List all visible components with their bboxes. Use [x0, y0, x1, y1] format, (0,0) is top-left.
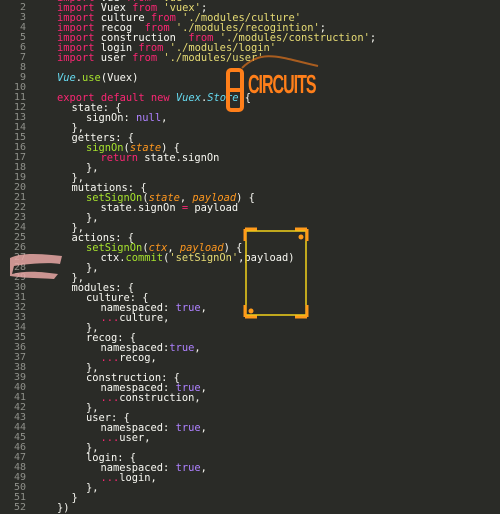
code-line[interactable]: 9 Vue.use(Vuex) — [0, 73, 500, 84]
code-text: ...culture, — [101, 313, 170, 323]
code-line[interactable]: 7 import user from './modules/user' — [0, 53, 500, 64]
code-text: ...user, — [101, 433, 151, 443]
code-line[interactable]: 46}, — [0, 442, 500, 454]
code-line[interactable]: 49 ...login, — [0, 472, 500, 484]
code-line[interactable]: 33 ...culture, — [0, 313, 500, 324]
code-text: ctx.commit('setSignOn',payload) — [101, 253, 295, 263]
line-number: 50 — [13, 482, 26, 493]
code-line[interactable]: 25 actions: { — [0, 233, 500, 244]
code-line[interactable]: 17 return state.signOn — [0, 153, 500, 164]
code-line[interactable]: 45 ...user, — [0, 432, 500, 444]
line-number: 52 — [13, 502, 26, 513]
code-line[interactable]: 40 namespaced: true, — [0, 383, 500, 394]
line-number: 43 — [13, 412, 26, 423]
code-text: } — [72, 493, 78, 503]
code-line[interactable]: 47 login: { — [0, 452, 500, 464]
code-line[interactable]: 31 culture: { — [0, 293, 500, 304]
code-text: }, — [86, 213, 99, 223]
code-line[interactable]: 35 recog: { — [0, 333, 500, 344]
code-line[interactable]: 34}, — [0, 323, 500, 334]
line-number: 47 — [13, 452, 26, 463]
code-text: }, — [86, 163, 99, 173]
code-line[interactable]: 30 modules: { — [0, 283, 500, 294]
code-line[interactable]: 37 ...recog, — [0, 353, 500, 364]
code-line[interactable]: 48 namespaced: true, — [0, 462, 500, 474]
line-number: 41 — [13, 392, 26, 403]
code-text: ...recog, — [101, 353, 157, 363]
code-text: ...construction, — [101, 393, 201, 403]
code-line[interactable]: 32 namespaced: true, — [0, 303, 500, 314]
line-number: 44 — [13, 422, 26, 433]
line-number: 46 — [13, 442, 26, 453]
code-line[interactable]: 27 ctx.commit('setSignOn',payload) — [0, 253, 500, 264]
code-text: }, — [86, 483, 99, 493]
code-text: }, — [86, 263, 99, 273]
line-number: 45 — [13, 432, 26, 443]
code-text: signOn: null, — [86, 113, 167, 123]
code-line[interactable]: 16 signOn(state) { — [0, 143, 500, 154]
code-line[interactable]: 15 getters: { — [0, 133, 500, 144]
code-text: Vue.use(Vuex) — [57, 73, 138, 83]
code-line[interactable]: 44 namespaced: true, — [0, 422, 500, 434]
code-line[interactable]: 38}, — [0, 363, 500, 374]
code-line[interactable]: 39 construction: { — [0, 373, 500, 384]
code-token: }) — [57, 502, 70, 514]
code-text: state.signOn = payload — [101, 203, 239, 213]
code-line[interactable]: 51} — [0, 492, 500, 504]
code-line[interactable]: 41 ...construction, — [0, 392, 500, 404]
code-line[interactable]: 36 namespaced:true, — [0, 343, 500, 354]
code-line[interactable]: 52}) — [0, 502, 500, 514]
code-text: return state.signOn — [101, 153, 220, 163]
code-line[interactable]: 42}, — [0, 402, 500, 414]
code-line[interactable]: 12 state: { — [0, 103, 500, 114]
line-number: 51 — [13, 492, 26, 503]
line-number: 49 — [13, 472, 26, 483]
code-text: }) — [57, 503, 70, 513]
line-number: 42 — [13, 402, 26, 413]
code-text: import user from './modules/user' — [57, 53, 263, 63]
code-line[interactable]: 43 user: { — [0, 412, 500, 424]
code-text: ...login, — [101, 473, 157, 483]
code-editor[interactable]: 1import Vue from 'vue'2import Vuex from … — [0, 0, 500, 513]
code-line[interactable]: 21 setSignOn(state, payload) { — [0, 193, 500, 204]
line-number: 48 — [13, 462, 26, 473]
code-line[interactable]: 22 state.signOn = payload — [0, 203, 500, 214]
